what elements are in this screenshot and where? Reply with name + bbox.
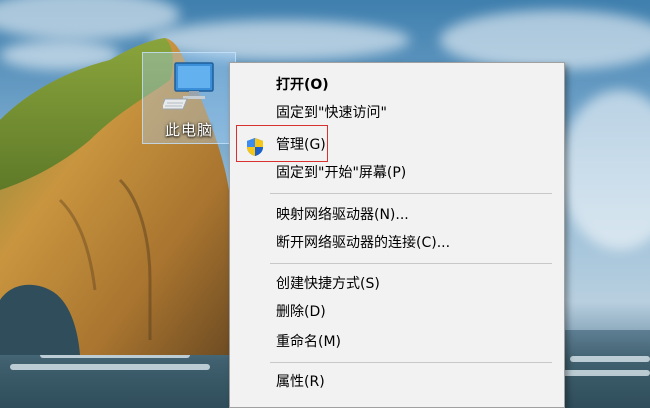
menu-item-map-network-drive[interactable]: 映射网络驱动器(N)...	[230, 201, 564, 229]
menu-separator	[270, 263, 552, 264]
menu-separator	[270, 362, 552, 363]
this-pc-desktop-icon[interactable]: 此电脑	[142, 52, 236, 144]
context-menu: 打开(O) 固定到"快速访问" 管理(G) 固定到"开始"屏幕(P) 映射网络驱…	[229, 62, 565, 408]
menu-item-rename[interactable]: 重命名(M)	[230, 328, 564, 356]
menu-item-delete[interactable]: 删除(D)	[230, 298, 564, 326]
desktop-icon-label: 此电脑	[164, 121, 213, 139]
menu-separator	[270, 193, 552, 194]
menu-item-pin-quick-access[interactable]: 固定到"快速访问"	[230, 99, 564, 127]
computer-icon	[163, 62, 214, 110]
menu-item-create-shortcut[interactable]: 创建快捷方式(S)	[230, 270, 564, 298]
menu-item-properties[interactable]: 属性(R)	[230, 368, 564, 396]
menu-item-pin-start[interactable]: 固定到"开始"屏幕(P)	[230, 159, 564, 187]
menu-item-disconnect-network-drive[interactable]: 断开网络驱动器的连接(C)...	[230, 229, 564, 257]
menu-item-open[interactable]: 打开(O)	[230, 71, 564, 99]
red-highlight-box	[236, 125, 328, 162]
